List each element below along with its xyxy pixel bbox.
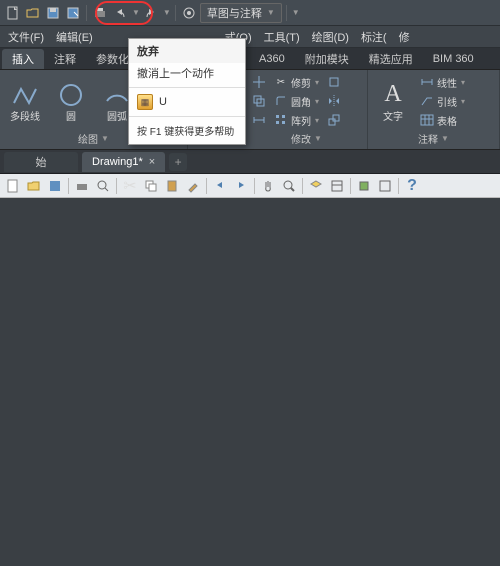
quick-access-toolbar: ▼ ▼ 草图与注释 ▼ ▼ — [0, 0, 500, 26]
ribbon-tabbar: 插入 注释 参数化 A360 附加模块 精选应用 BIM 360 — [0, 48, 500, 70]
panel-annotate: A 文字 线性 ▾ 引线 ▾ 表格 注释 ▼ — [368, 70, 500, 149]
new-icon[interactable] — [4, 4, 22, 22]
undo-dropdown[interactable]: ▼ — [132, 8, 140, 17]
scale-icon[interactable] — [325, 111, 343, 129]
command-icon: ▦ — [137, 94, 153, 110]
text-button[interactable]: A 文字 — [372, 80, 414, 123]
redo-icon[interactable] — [232, 177, 250, 195]
preview-icon[interactable] — [94, 177, 112, 195]
tooltip-help: 按 F1 键获得更多帮助 — [129, 117, 245, 144]
new-tab-button[interactable]: + — [169, 153, 187, 171]
workspace-selector[interactable]: 草图与注释 ▼ — [200, 3, 282, 23]
separator — [175, 5, 176, 21]
tab-insert[interactable]: 插入 — [2, 49, 44, 69]
separator — [286, 5, 287, 21]
tooltip-command: ▦ U — [129, 88, 245, 117]
menu-edit[interactable]: 编辑(E) — [50, 27, 99, 47]
menu-tools[interactable]: 工具(T) — [258, 27, 306, 47]
tooltip-title: 放弃 — [129, 39, 245, 63]
save-icon[interactable] — [46, 177, 64, 195]
menu-modify[interactable]: 修 — [393, 27, 416, 47]
props-icon[interactable] — [328, 177, 346, 195]
move-icon[interactable] — [250, 73, 268, 91]
undo-icon[interactable] — [111, 4, 129, 22]
trim-button[interactable]: ✂修剪 ▾ — [272, 73, 321, 91]
zoom-icon[interactable] — [280, 177, 298, 195]
document-tabbar: 始 Drawing1* × + — [0, 150, 500, 174]
array-button[interactable]: 阵列 ▾ — [272, 111, 321, 129]
redo-icon[interactable] — [142, 4, 160, 22]
open-icon[interactable] — [25, 177, 43, 195]
workspace-label: 草图与注释 — [207, 5, 262, 21]
drawing-tab[interactable]: Drawing1* × — [82, 152, 165, 172]
cut-icon[interactable]: ✂ — [121, 177, 139, 195]
menu-draw[interactable]: 绘图(D) — [306, 27, 355, 47]
menu-file[interactable]: 文件(F) — [2, 27, 50, 47]
undo-tooltip: 放弃 撤消上一个动作 ▦ U 按 F1 键获得更多帮助 — [128, 38, 246, 145]
mirror-icon[interactable] — [325, 92, 343, 110]
block-icon[interactable] — [355, 177, 373, 195]
print-icon[interactable] — [91, 4, 109, 22]
separator — [86, 5, 87, 21]
layer-icon[interactable] — [307, 177, 325, 195]
tab-bim360[interactable]: BIM 360 — [423, 49, 484, 69]
open-icon[interactable] — [24, 4, 42, 22]
drawing-toolbar: ✂ ? — [0, 174, 500, 198]
tooltip-description: 撤消上一个动作 — [129, 63, 245, 88]
tab-addons[interactable]: 附加模块 — [295, 49, 359, 69]
tab-a360[interactable]: A360 — [249, 49, 295, 69]
xref-icon[interactable] — [376, 177, 394, 195]
redo-dropdown[interactable]: ▼ — [163, 8, 171, 17]
match-icon[interactable] — [184, 177, 202, 195]
start-tab[interactable]: 始 — [4, 152, 78, 172]
menu-bar: 文件(F) 编辑(E) 式(O) 工具(T) 绘图(D) 标注( 修 — [0, 26, 500, 48]
new-icon[interactable] — [4, 177, 22, 195]
table-button[interactable]: 表格 — [418, 111, 467, 129]
tab-featured[interactable]: 精选应用 — [359, 49, 423, 69]
close-tab-icon[interactable]: × — [149, 156, 155, 168]
tab-annotate[interactable]: 注释 — [44, 49, 86, 69]
leader-button[interactable]: 引线 ▾ — [418, 92, 467, 110]
paste-icon[interactable] — [163, 177, 181, 195]
pan-icon[interactable] — [259, 177, 277, 195]
circle-button[interactable]: 圆 — [50, 80, 92, 123]
print-icon[interactable] — [73, 177, 91, 195]
panel-modify: ✂修剪 ▾ 圆角 ▾ 阵列 ▾ 修改 ▼ — [246, 70, 368, 149]
stretch-icon[interactable] — [250, 111, 268, 129]
saveas-icon[interactable] — [64, 4, 82, 22]
linear-dim-button[interactable]: 线性 ▾ — [418, 73, 467, 91]
gear-icon[interactable] — [180, 4, 198, 22]
ribbon: 多段线 圆 圆弧 绘图 ▼ — [0, 70, 500, 150]
polyline-button[interactable]: 多段线 — [4, 80, 46, 123]
qat-dropdown[interactable]: ▼ — [292, 8, 300, 17]
copy-icon[interactable] — [142, 177, 160, 195]
offset-icon[interactable] — [325, 73, 343, 91]
fillet-button[interactable]: 圆角 ▾ — [272, 92, 321, 110]
help-icon[interactable]: ? — [403, 177, 421, 195]
undo-icon[interactable] — [211, 177, 229, 195]
copy-icon[interactable] — [250, 92, 268, 110]
menu-dimension[interactable]: 标注( — [355, 27, 393, 47]
save-icon[interactable] — [44, 4, 62, 22]
